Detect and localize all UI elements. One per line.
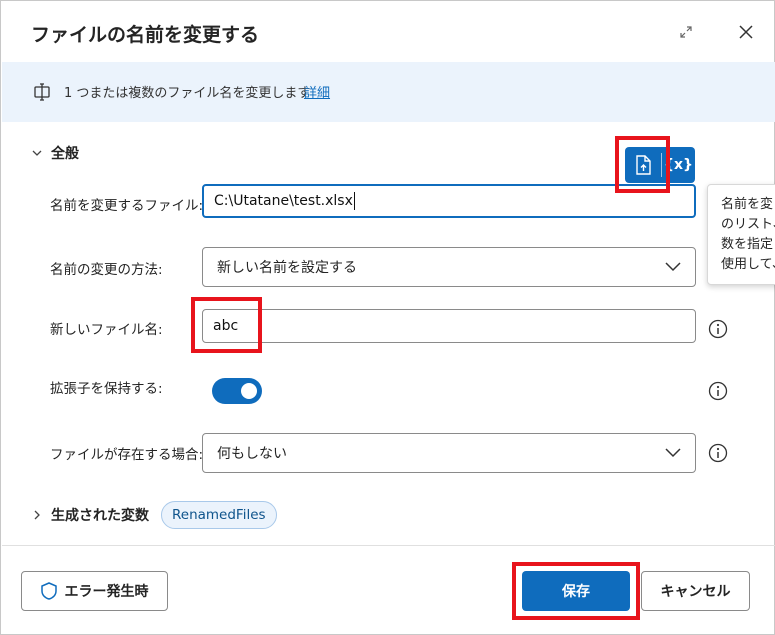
- new-filename-info-icon[interactable]: [708, 319, 728, 339]
- tooltip-line: のリスト、: [721, 217, 775, 232]
- text-caret: [353, 192, 355, 210]
- tooltip-line: 名前を変: [721, 197, 774, 212]
- expand-icon: [680, 26, 692, 38]
- details-link[interactable]: 詳細: [304, 82, 330, 101]
- info-text: 1 つまたは複数のファイル名を変更します: [64, 86, 311, 101]
- dialog-title: ファイルの名前を変更する: [31, 24, 260, 46]
- on-error-button[interactable]: エラー発生時: [21, 571, 168, 611]
- rename-action-icon: [34, 83, 50, 101]
- file-to-rename-input[interactable]: C:\Utatane\test.xlsx: [202, 184, 696, 218]
- file-upload-icon: [636, 155, 651, 175]
- close-button[interactable]: [732, 18, 760, 46]
- keep-extension-label: 拡張子を保持する:: [50, 381, 163, 397]
- rename-method-value: 新しい名前を設定する: [217, 260, 357, 276]
- general-section-title: 全般: [51, 146, 79, 162]
- chevron-down-icon: [32, 150, 42, 156]
- produced-variables-title[interactable]: 生成された変数: [51, 505, 149, 525]
- rename-method-label: 名前の変更の方法:: [50, 262, 163, 278]
- keep-extension-info-icon[interactable]: [708, 381, 728, 401]
- if-file-exists-info-icon[interactable]: [708, 443, 728, 463]
- insert-variable-button[interactable]: {x}: [662, 147, 695, 183]
- chevron-down-icon: [665, 448, 681, 458]
- keep-extension-toggle[interactable]: [212, 378, 262, 404]
- variable-chip-renamedfiles[interactable]: RenamedFiles: [161, 501, 277, 529]
- new-filename-value: abc: [213, 318, 239, 334]
- tooltip-line: 使用して、: [721, 257, 775, 272]
- footer-divider: [2, 545, 775, 546]
- new-filename-label: 新しいファイル名:: [50, 322, 163, 338]
- general-section-toggle[interactable]: 全般: [31, 143, 79, 163]
- on-error-label: エラー発生時: [64, 584, 149, 600]
- if-file-exists-value: 何もしない: [217, 446, 287, 462]
- if-file-exists-dropdown[interactable]: 何もしない: [202, 433, 696, 473]
- produced-variables-row: 生成された変数 RenamedFiles: [31, 501, 277, 529]
- cancel-button[interactable]: キャンセル: [641, 571, 750, 611]
- file-to-rename-value: C:\Utatane\test.xlsx: [214, 193, 353, 209]
- select-file-button[interactable]: [625, 147, 661, 183]
- save-button[interactable]: 保存: [522, 571, 630, 611]
- tooltip: 名前を変 のリスト、 数を指定 使用して、: [707, 184, 775, 285]
- shield-icon: [40, 582, 57, 600]
- file-to-rename-label: 名前を変更するファイル:: [50, 198, 204, 214]
- info-bar: 1 つまたは複数のファイル名を変更します 詳細: [2, 62, 775, 122]
- variable-picker: {x}: [625, 147, 695, 183]
- rename-method-dropdown[interactable]: 新しい名前を設定する: [202, 247, 696, 287]
- new-filename-input[interactable]: abc: [202, 309, 696, 343]
- tooltip-line: 数を指定: [721, 237, 774, 252]
- chevron-right-icon[interactable]: [31, 509, 43, 521]
- chevron-down-icon: [665, 262, 681, 272]
- if-file-exists-label: ファイルが存在する場合:: [50, 447, 204, 463]
- close-icon: [739, 25, 753, 39]
- toggle-knob: [241, 383, 257, 399]
- expand-button[interactable]: [673, 21, 699, 43]
- rename-file-dialog: ファイルの名前を変更する 1 つまたは複数のファイル名を変更します 詳細 全般: [0, 0, 775, 635]
